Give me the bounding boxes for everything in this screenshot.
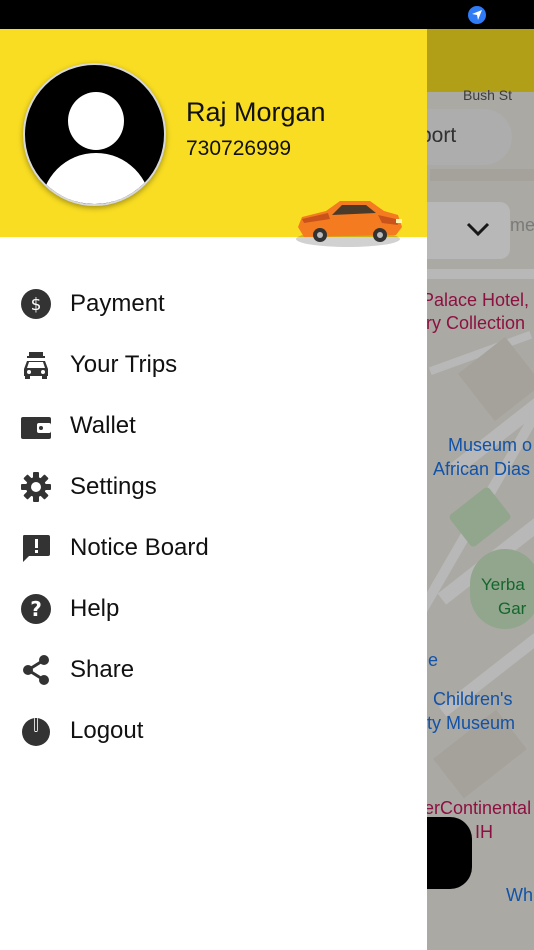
share-icon [23,655,49,685]
menu-item-logout[interactable]: Logout [0,706,427,756]
menu-item-payment[interactable]: $ Payment [0,279,427,329]
status-bar [0,0,534,29]
svg-text:$: $ [31,295,42,315]
car-luggage-icon [24,352,48,379]
avatar[interactable] [23,63,166,206]
menu-item-label: Payment [70,290,165,317]
wallet-icon [21,417,51,439]
dollar-icon: $ [21,289,51,319]
menu-item-label: Share [70,656,135,683]
menu-item-notice-board[interactable]: Notice Board [0,523,427,573]
gear-icon [21,472,51,502]
power-icon [22,717,50,746]
help-icon: ? [21,594,51,624]
menu-item-share[interactable]: Share [0,645,427,695]
user-phone: 730726999 [186,137,292,160]
menu-item-label: Settings [70,473,157,500]
user-name: Raj Morgan [186,97,326,127]
alert-message-icon [23,535,50,562]
drawer-header: Raj Morgan 730726999 [0,29,427,247]
menu-item-your-trips[interactable]: Your Trips [0,340,427,390]
menu-item-wallet[interactable]: Wallet [0,401,427,451]
menu-item-help[interactable]: ? Help [0,584,427,634]
avatar-body [41,153,151,204]
avatar-head [68,92,124,150]
svg-text:?: ? [30,597,42,621]
navigation-drawer: Raj Morgan 730726999 $ Payment Your Trip… [0,29,427,950]
menu-item-label: Notice Board [70,534,209,561]
menu-item-label: Help [70,595,120,622]
menu-item-label: Wallet [70,412,136,439]
location-arrow-icon [468,6,486,24]
car-illustration-icon [296,201,402,247]
menu-item-settings[interactable]: Settings [0,462,427,512]
menu-item-label: Your Trips [70,351,178,378]
menu-item-label: Logout [70,717,144,744]
